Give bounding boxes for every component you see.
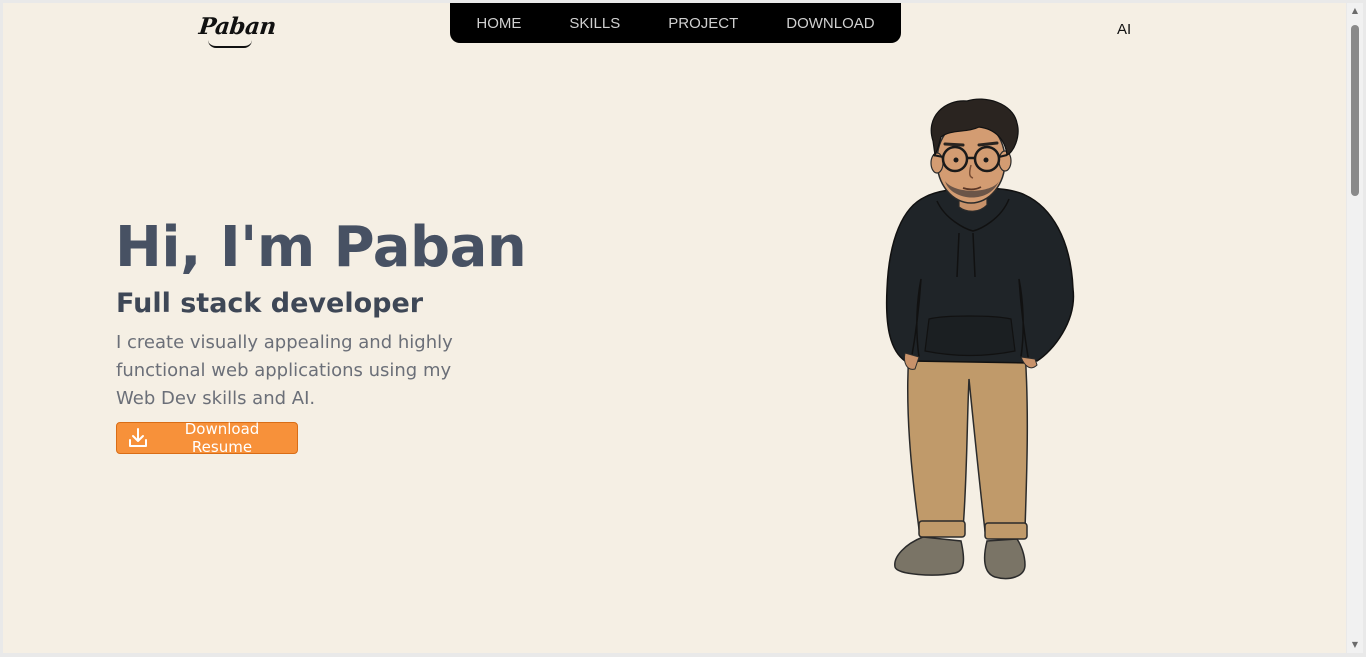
- logo-swash: [208, 40, 252, 48]
- download-icon: [129, 428, 147, 447]
- top-nav: HOME SKILLS PROJECT DOWNLOAD: [450, 3, 901, 43]
- scroll-down-arrow-icon[interactable]: ▼: [1347, 637, 1363, 653]
- download-resume-label: Download Resume: [184, 420, 260, 456]
- scroll-up-arrow-icon[interactable]: ▲: [1347, 3, 1363, 19]
- hero-description: I create visually appealing and highly f…: [116, 332, 453, 409]
- nav-home[interactable]: HOME: [452, 15, 545, 32]
- hero-subtitle: Full stack developer: [116, 288, 424, 319]
- nav-project[interactable]: PROJECT: [644, 15, 762, 32]
- scroll-thumb[interactable]: [1351, 25, 1359, 196]
- avatar-illustration: [885, 98, 1075, 580]
- logo[interactable]: Paban: [198, 13, 278, 40]
- download-resume-button[interactable]: Download Resume: [116, 420, 298, 456]
- ai-link[interactable]: AI: [1117, 21, 1131, 38]
- nav-download[interactable]: DOWNLOAD: [762, 15, 898, 32]
- vertical-scrollbar[interactable]: ▲ ▼: [1347, 3, 1363, 653]
- page-viewport: Paban HOME SKILLS PROJECT DOWNLOAD AI Hi…: [3, 3, 1346, 653]
- nav-skills[interactable]: SKILLS: [545, 15, 644, 32]
- hero-title: Hi, I'm Paban: [115, 215, 527, 280]
